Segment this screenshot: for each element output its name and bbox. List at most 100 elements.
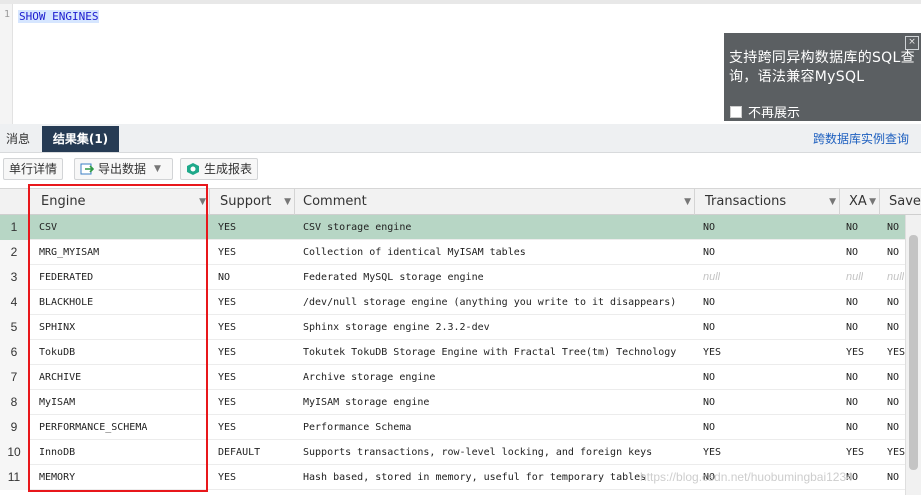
- column-header-xa[interactable]: XA ▼: [840, 189, 880, 215]
- cell-xa[interactable]: null: [846, 265, 863, 290]
- cell-support[interactable]: YES: [218, 365, 236, 390]
- sort-dropdown-icon[interactable]: ▼: [284, 189, 291, 215]
- table-row[interactable]: 9 PERFORMANCE_SCHEMA YES Performance Schema…: [0, 415, 921, 440]
- cell-support[interactable]: YES: [218, 215, 236, 240]
- cell-xa[interactable]: NO: [846, 215, 858, 240]
- tab-results[interactable]: 结果集(1): [42, 126, 119, 152]
- row-number[interactable]: 6: [0, 340, 29, 365]
- cell-transactions[interactable]: NO: [703, 365, 715, 390]
- export-data-button[interactable]: 导出数据 ▼: [74, 158, 173, 180]
- cell-xa[interactable]: NO: [846, 290, 858, 315]
- cell-support[interactable]: YES: [218, 315, 236, 340]
- cell-support[interactable]: YES: [218, 340, 236, 365]
- cell-engine[interactable]: PERFORMANCE_SCHEMA: [39, 415, 147, 440]
- row-detail-button[interactable]: 单行详情: [3, 158, 64, 180]
- cell-support[interactable]: NO: [218, 265, 230, 290]
- cell-transactions[interactable]: NO: [703, 315, 715, 340]
- cell-comment[interactable]: Federated MySQL storage engine: [303, 265, 484, 290]
- scrollbar-thumb[interactable]: [909, 235, 918, 470]
- column-header-comment[interactable]: Comment ▼: [295, 189, 695, 215]
- cell-comment[interactable]: Performance Schema: [303, 415, 411, 440]
- cell-engine[interactable]: CSV: [39, 215, 57, 240]
- cell-support[interactable]: DEFAULT: [218, 440, 260, 465]
- cell-comment[interactable]: Sphinx storage engine 2.3.2-dev: [303, 315, 490, 340]
- cell-savepoints[interactable]: null: [887, 265, 904, 290]
- row-number[interactable]: 2: [0, 240, 29, 265]
- cell-savepoints[interactable]: NO: [887, 365, 899, 390]
- cell-comment[interactable]: Tokutek TokuDB Storage Engine with Fract…: [303, 340, 676, 365]
- cell-transactions[interactable]: YES: [703, 440, 721, 465]
- dont-show-again-checkbox[interactable]: 不再展示: [730, 102, 800, 121]
- vertical-scrollbar[interactable]: [905, 215, 921, 495]
- cell-savepoints[interactable]: NO: [887, 240, 899, 265]
- table-row[interactable]: 3 FEDERATED NO Federated MySQL storage engi…: [0, 265, 921, 290]
- cell-support[interactable]: YES: [218, 240, 236, 265]
- cell-savepoints[interactable]: NO: [887, 315, 899, 340]
- cell-comment[interactable]: CSV storage engine: [303, 215, 411, 240]
- table-row[interactable]: 5 SPHINX YES Sphinx storage engine 2.3.2-de…: [0, 315, 921, 340]
- cell-engine[interactable]: InnoDB: [39, 440, 75, 465]
- row-number[interactable]: 4: [0, 290, 29, 315]
- cell-savepoints[interactable]: NO: [887, 390, 899, 415]
- cell-engine[interactable]: TokuDB: [39, 340, 75, 365]
- sort-dropdown-icon[interactable]: ▼: [684, 189, 691, 215]
- cell-savepoints[interactable]: NO: [887, 290, 899, 315]
- cell-savepoints[interactable]: YES: [887, 340, 905, 365]
- cell-support[interactable]: YES: [218, 415, 236, 440]
- cell-transactions[interactable]: YES: [703, 340, 721, 365]
- chevron-down-icon[interactable]: ▼: [154, 158, 161, 180]
- cell-xa[interactable]: NO: [846, 365, 858, 390]
- cell-savepoints[interactable]: NO: [887, 215, 899, 240]
- row-number[interactable]: 7: [0, 365, 29, 390]
- sql-text[interactable]: SHOW ENGINES: [18, 10, 100, 23]
- cell-xa[interactable]: NO: [846, 240, 858, 265]
- row-number[interactable]: 10: [0, 440, 29, 465]
- cell-support[interactable]: YES: [218, 390, 236, 415]
- row-number[interactable]: 9: [0, 415, 29, 440]
- table-row[interactable]: 10 InnoDB DEFAULT Supports transactions, ro…: [0, 440, 921, 465]
- cell-transactions[interactable]: NO: [703, 240, 715, 265]
- cell-engine[interactable]: ARCHIVE: [39, 365, 81, 390]
- cell-savepoints[interactable]: NO: [887, 415, 899, 440]
- row-number[interactable]: 3: [0, 265, 29, 290]
- column-header-savepoints[interactable]: Savep: [880, 189, 921, 215]
- cell-savepoints[interactable]: NO: [887, 465, 899, 490]
- cell-support[interactable]: YES: [218, 465, 236, 490]
- cell-xa[interactable]: YES: [846, 340, 864, 365]
- generate-report-button[interactable]: 生成报表: [180, 158, 259, 180]
- cell-xa[interactable]: NO: [846, 315, 858, 340]
- sort-dropdown-icon[interactable]: ▼: [869, 189, 876, 215]
- table-row[interactable]: 6 TokuDB YES Tokutek TokuDB Storage Engine …: [0, 340, 921, 365]
- cell-comment[interactable]: Archive storage engine: [303, 365, 435, 390]
- tab-messages[interactable]: 消息: [0, 126, 36, 152]
- cell-transactions[interactable]: NO: [703, 415, 715, 440]
- row-number[interactable]: 11: [0, 465, 29, 490]
- cell-savepoints[interactable]: YES: [887, 440, 905, 465]
- result-grid[interactable]: Engine ▼ Support ▼ Comment ▼ Transaction…: [0, 188, 921, 495]
- cell-engine[interactable]: MyISAM: [39, 390, 75, 415]
- row-number[interactable]: 8: [0, 390, 29, 415]
- table-row[interactable]: 8 MyISAM YES MyISAM storage engine NO NO NO: [0, 390, 921, 415]
- cell-engine[interactable]: FEDERATED: [39, 265, 93, 290]
- cell-support[interactable]: YES: [218, 290, 236, 315]
- cell-comment[interactable]: Collection of identical MyISAM tables: [303, 240, 526, 265]
- cross-db-query-link[interactable]: 跨数据库实例查询: [813, 130, 909, 147]
- cell-comment[interactable]: /dev/null storage engine (anything you w…: [303, 290, 676, 315]
- sort-dropdown-icon[interactable]: ▼: [829, 189, 836, 215]
- close-icon[interactable]: ×: [905, 36, 919, 50]
- sort-dropdown-icon[interactable]: ▼: [199, 189, 206, 215]
- cell-comment[interactable]: Supports transactions, row-level locking…: [303, 440, 652, 465]
- row-number[interactable]: 1: [0, 215, 29, 240]
- column-header-engine[interactable]: Engine ▼: [29, 189, 210, 215]
- cell-transactions[interactable]: NO: [703, 215, 715, 240]
- table-row[interactable]: 2 MRG_MYISAM YES Collection of identical My…: [0, 240, 921, 265]
- table-row[interactable]: 4 BLACKHOLE YES/dev/null storage engine (a…: [0, 290, 921, 315]
- column-header-support[interactable]: Support ▼: [210, 189, 295, 215]
- cell-engine[interactable]: MEMORY: [39, 465, 75, 490]
- cell-transactions[interactable]: null: [703, 265, 720, 290]
- cell-comment[interactable]: MyISAM storage engine: [303, 390, 429, 415]
- column-header-transactions[interactable]: Transactions ▼: [695, 189, 840, 215]
- cell-xa[interactable]: YES: [846, 440, 864, 465]
- cell-xa[interactable]: NO: [846, 415, 858, 440]
- cell-transactions[interactable]: NO: [703, 290, 715, 315]
